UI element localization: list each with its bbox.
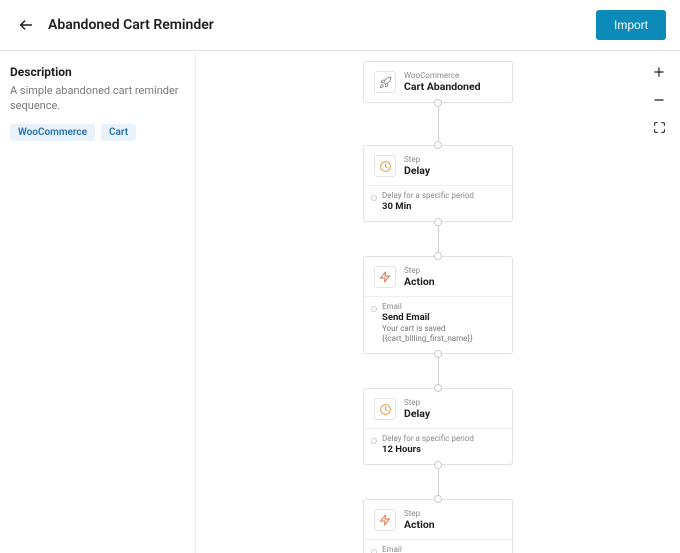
content: Description A simple abandoned cart remi…	[0, 51, 680, 553]
detail-title: 30 Min	[382, 201, 502, 212]
fit-view-button[interactable]	[653, 121, 666, 134]
arrow-left-icon	[18, 17, 34, 33]
detail-title: 12 Hours	[382, 444, 502, 455]
zoom-in-button[interactable]	[652, 65, 666, 79]
header-left: Abandoned Cart Reminder	[14, 13, 214, 37]
card-head: Step Action	[374, 266, 502, 288]
description-heading: Description	[10, 65, 185, 79]
clock-icon	[374, 398, 396, 420]
rocket-icon	[374, 71, 396, 93]
card-detail: Email Send Email Your cart is saved {{ca…	[374, 296, 502, 344]
import-button[interactable]: Import	[596, 10, 666, 40]
connector	[438, 222, 439, 256]
step-card-delay[interactable]: Step Delay Delay for a specific period 3…	[363, 145, 513, 222]
card-detail: Delay for a specific period 30 Min	[374, 185, 502, 212]
head-text: Step Action	[404, 509, 435, 530]
card-head: Step Delay	[374, 398, 502, 420]
tag-woocommerce[interactable]: WooCommerce	[10, 124, 95, 141]
sidebar: Description A simple abandoned cart remi…	[0, 51, 196, 553]
step-title: Delay	[404, 165, 430, 177]
minus-icon	[652, 93, 666, 107]
detail-sub: Your cart is saved {{cart_billing_first_…	[382, 324, 502, 344]
head-text: Step Delay	[404, 398, 430, 419]
canvas[interactable]: WooCommerce Cart Abandoned Step Delay	[196, 51, 680, 553]
zoom-out-button[interactable]	[652, 93, 666, 107]
dot-icon	[371, 438, 377, 444]
flow: WooCommerce Cart Abandoned Step Delay	[363, 61, 513, 553]
card-head: Step Delay	[374, 155, 502, 177]
tag-cart[interactable]: Cart	[101, 124, 136, 141]
canvas-controls	[652, 65, 666, 134]
step-card-action[interactable]: Step Action Email Send Email Your cart i…	[363, 499, 513, 553]
step-card-action[interactable]: Step Action Email Send Email Your cart i…	[363, 256, 513, 354]
tags: WooCommerce Cart	[10, 124, 185, 141]
dot-icon	[371, 306, 377, 312]
back-button[interactable]	[14, 13, 38, 37]
card-head: Step Action	[374, 509, 502, 531]
card-head: WooCommerce Cart Abandoned	[374, 71, 502, 93]
description-text: A simple abandoned cart reminder sequenc…	[10, 83, 185, 114]
dot-icon	[371, 195, 377, 201]
trigger-title: Cart Abandoned	[404, 81, 481, 93]
header-bar: Abandoned Cart Reminder Import	[0, 0, 680, 51]
dot-icon	[371, 549, 377, 553]
connector	[438, 465, 439, 499]
fullscreen-icon	[653, 121, 666, 134]
detail-label: Delay for a specific period	[382, 434, 502, 443]
step-card-delay[interactable]: Step Delay Delay for a specific period 1…	[363, 388, 513, 465]
head-text: Step Action	[404, 266, 435, 287]
connector	[438, 354, 439, 388]
detail-title: Send Email	[382, 312, 502, 323]
detail-label: Email	[382, 545, 502, 553]
bolt-icon	[374, 266, 396, 288]
step-title: Delay	[404, 408, 430, 420]
bolt-icon	[374, 509, 396, 531]
step-title: Action	[404, 276, 435, 288]
plus-icon	[652, 65, 666, 79]
card-detail: Email Send Email Your cart is about to e…	[374, 539, 502, 553]
page-title: Abandoned Cart Reminder	[48, 17, 214, 33]
clock-icon	[374, 155, 396, 177]
step-title: Action	[404, 519, 435, 531]
connector	[438, 103, 439, 145]
trigger-card[interactable]: WooCommerce Cart Abandoned	[363, 61, 513, 103]
head-text: Step Delay	[404, 155, 430, 176]
detail-label: Delay for a specific period	[382, 191, 502, 200]
head-text: WooCommerce Cart Abandoned	[404, 71, 481, 92]
card-detail: Delay for a specific period 12 Hours	[374, 428, 502, 455]
detail-label: Email	[382, 302, 502, 311]
